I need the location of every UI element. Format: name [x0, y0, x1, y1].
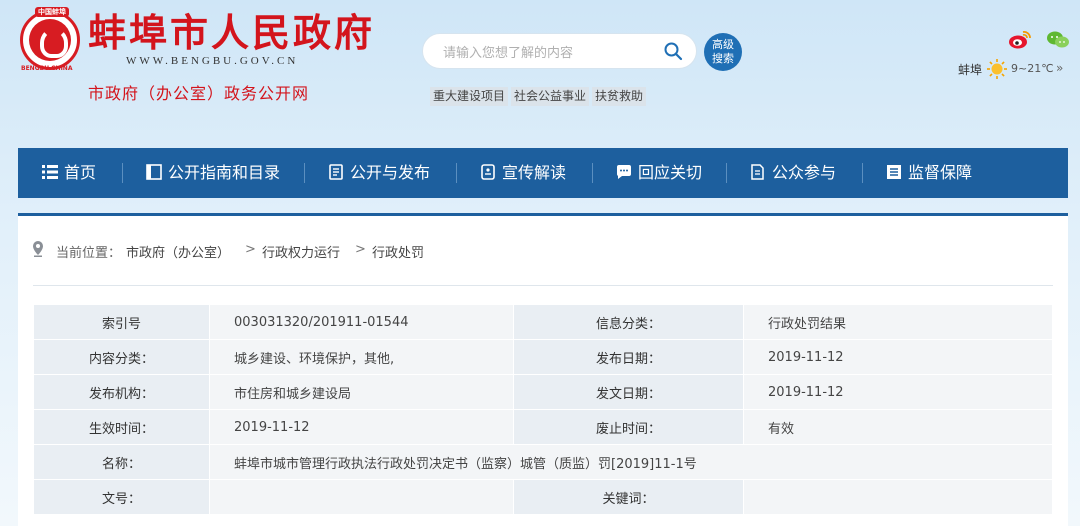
- site-header: 中国蚌埠 BENGBU CHINA 蚌埠市人民政府 WWW.BENGBU.GOV…: [0, 0, 1080, 148]
- breadcrumb-separator: >: [355, 242, 366, 257]
- publisher-label: 发布机构：: [33, 374, 210, 410]
- nav-item-label: 首页: [64, 163, 97, 182]
- info-category-value: 行政处罚结果: [743, 304, 1053, 340]
- emblem-bottom-text: BENGBU CHINA: [21, 65, 73, 72]
- document-info-table: 索引号 003031320/201911-01544 信息分类： 行政处罚结果 …: [33, 304, 1053, 515]
- nav-item-respond[interactable]: 回应关切: [616, 148, 702, 198]
- weather-temperature: 9~21℃: [1011, 62, 1054, 75]
- hot-tags: 重大建设项目 社会公益事业 扶贫救助: [430, 85, 649, 106]
- search-icon[interactable]: [663, 41, 683, 61]
- document-icon: [329, 163, 343, 180]
- nav-item-guide[interactable]: 公开指南和目录: [146, 148, 280, 198]
- doc-name-value: 蚌埠市城市管理行政执法行政处罚决定书（监察）城管（质监）罚[2019]11-1号: [209, 444, 1053, 480]
- nav-item-home[interactable]: 首页: [42, 148, 96, 198]
- nav-item-supervise[interactable]: 监督保障: [886, 148, 972, 198]
- nav-item-label: 宣传解读: [502, 163, 567, 182]
- nav-divider: [456, 163, 457, 183]
- hot-tag[interactable]: 重大建设项目: [430, 87, 509, 106]
- list-icon: [42, 164, 58, 179]
- publish-date-value: 2019-11-12: [743, 339, 1053, 375]
- nav-item-label: 公开指南和目录: [168, 163, 281, 182]
- report-icon: [887, 164, 901, 179]
- weather-more-link[interactable]: »: [1056, 61, 1063, 75]
- table-row: 内容分类： 城乡建设、环境保护，其他, 发布日期： 2019-11-12: [33, 339, 1053, 375]
- nav-divider: [726, 163, 727, 183]
- breadcrumb-divider: [33, 285, 1053, 286]
- keywords-value: [743, 479, 1053, 515]
- hot-tag[interactable]: 扶贫救助: [592, 87, 647, 106]
- search-box: [422, 33, 697, 69]
- sun-icon: [987, 59, 1007, 79]
- search-input[interactable]: [443, 41, 653, 63]
- wechat-icon[interactable]: [1046, 30, 1070, 50]
- expiry-label: 废止时间：: [513, 409, 744, 445]
- site-title[interactable]: 蚌埠市人民政府: [88, 10, 375, 56]
- site-subtitle: 市政府（办公室）政务公开网: [88, 84, 310, 103]
- nav-item-label: 回应关切: [638, 163, 703, 182]
- breadcrumb-item[interactable]: 行政权力运行: [262, 242, 340, 261]
- issue-date-value: 2019-11-12: [743, 374, 1053, 410]
- hot-tag[interactable]: 社会公益事业: [511, 87, 590, 106]
- speaker-icon: [481, 163, 495, 180]
- nav-divider: [122, 163, 123, 183]
- nav-item-label: 监督保障: [908, 163, 973, 182]
- info-category-label: 信息分类：: [513, 304, 744, 340]
- issue-date-label: 发文日期：: [513, 374, 744, 410]
- advanced-search-line1: 高级: [712, 38, 734, 51]
- city-emblem-logo[interactable]: 中国蚌埠 BENGBU CHINA: [20, 7, 80, 72]
- weibo-icon[interactable]: [1008, 30, 1032, 50]
- advanced-search-button[interactable]: 高级 搜索: [704, 33, 742, 71]
- advanced-search-line2: 搜索: [712, 52, 734, 65]
- nav-item-label: 公众参与: [772, 163, 837, 182]
- main-nav: 首页 公开指南和目录 公开与发布 宣传解读 回应关切 公众参与 监督保障: [18, 148, 1068, 198]
- nav-item-publish[interactable]: 公开与发布: [328, 148, 430, 198]
- publisher-value: 市住房和城乡建设局: [209, 374, 514, 410]
- main-content: 当前位置： 市政府（办公室） > 行政权力运行 > 行政处罚 索引号 00303…: [18, 213, 1068, 526]
- publish-date-label: 发布日期：: [513, 339, 744, 375]
- nav-item-participate[interactable]: 公众参与: [750, 148, 836, 198]
- breadcrumb-separator: >: [245, 242, 256, 257]
- book-icon: [146, 163, 162, 180]
- location-pin-icon: [33, 241, 43, 257]
- table-row: 索引号 003031320/201911-01544 信息分类： 行政处罚结果: [33, 304, 1053, 340]
- nav-item-interpret[interactable]: 宣传解读: [480, 148, 566, 198]
- expiry-value: 有效: [743, 409, 1053, 445]
- nav-divider: [304, 163, 305, 183]
- edit-icon: [751, 163, 764, 180]
- chat-icon: [616, 164, 631, 179]
- doc-number-value: [209, 479, 514, 515]
- emblem-inner: [29, 19, 71, 61]
- index-number-label: 索引号: [33, 304, 210, 340]
- table-row: 文号： 关键词：: [33, 479, 1053, 515]
- breadcrumb-item[interactable]: 行政处罚: [372, 242, 424, 261]
- table-row: 名称： 蚌埠市城市管理行政执法行政处罚决定书（监察）城管（质监）罚[2019]1…: [33, 444, 1053, 480]
- breadcrumb-label: 当前位置：: [56, 246, 122, 261]
- site-url: WWW.BENGBU.GOV.CN: [126, 55, 299, 67]
- content-category-value: 城乡建设、环境保护，其他,: [209, 339, 514, 375]
- nav-divider: [592, 163, 593, 183]
- effective-date-label: 生效时间：: [33, 409, 210, 445]
- doc-number-label: 文号：: [33, 479, 210, 515]
- emblem-top-text: 中国蚌埠: [35, 7, 69, 17]
- table-row: 发布机构： 市住房和城乡建设局 发文日期： 2019-11-12: [33, 374, 1053, 410]
- table-row: 生效时间： 2019-11-12 废止时间： 有效: [33, 409, 1053, 445]
- breadcrumb-item[interactable]: 市政府（办公室）: [126, 242, 230, 261]
- nav-item-label: 公开与发布: [350, 163, 431, 182]
- content-category-label: 内容分类：: [33, 339, 210, 375]
- weather-city: 蚌埠: [958, 63, 983, 77]
- index-number-value: 003031320/201911-01544: [209, 304, 514, 340]
- nav-divider: [862, 163, 863, 183]
- keywords-label: 关键词：: [513, 479, 744, 515]
- doc-name-label: 名称：: [33, 444, 210, 480]
- effective-date-value: 2019-11-12: [209, 409, 514, 445]
